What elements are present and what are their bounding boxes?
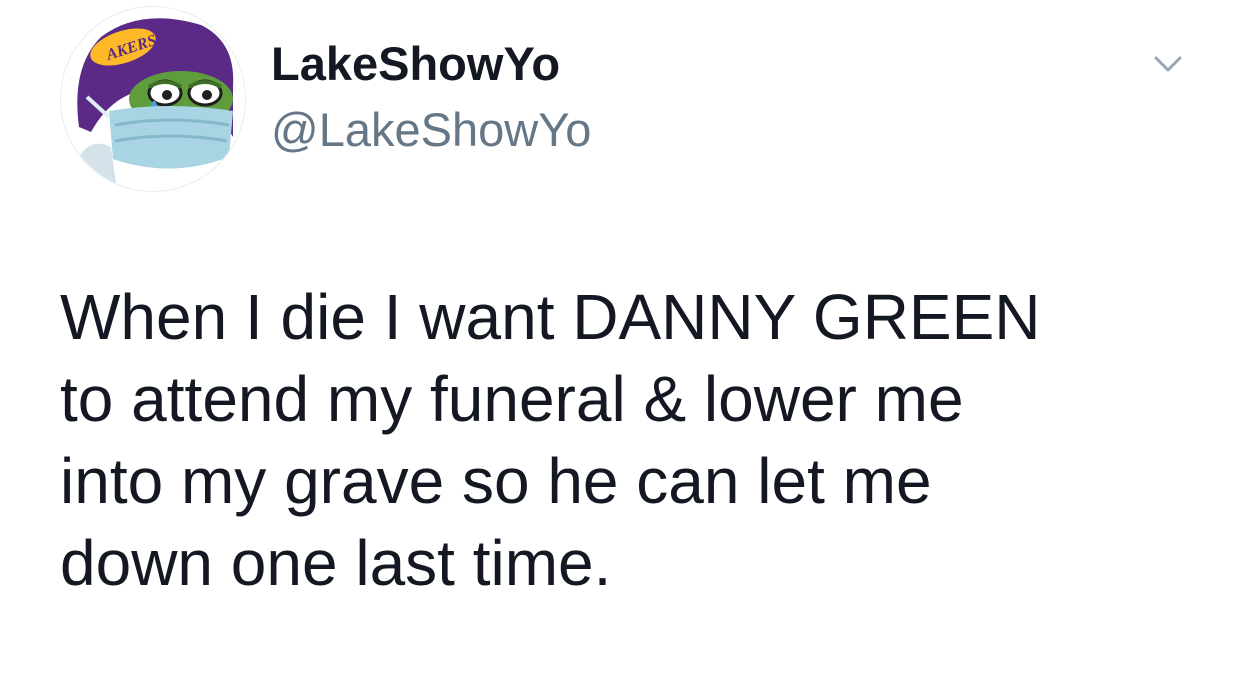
tweet-text-line: to attend my funeral & lower me (60, 363, 964, 435)
tweet-card: AKERS LakeShowYo @LakeShowYo When I die … (0, 0, 1241, 688)
tweet-text-line: down one last time. (60, 527, 612, 599)
user-handle[interactable]: @LakeShowYo (271, 102, 591, 158)
tweet-text-line: into my grave so he can let me (60, 445, 932, 517)
tweet-text-line: When I die I want DANNY GREEN (60, 281, 1041, 353)
display-name[interactable]: LakeShowYo (271, 36, 591, 92)
tweet-text: When I die I want DANNY GREEN to attend … (60, 276, 1210, 604)
tweet-header: LakeShowYo @LakeShowYo (271, 36, 591, 158)
chevron-down-icon[interactable] (1146, 46, 1190, 82)
pepe-avatar-icon: AKERS (61, 7, 245, 191)
avatar[interactable]: AKERS (60, 6, 246, 192)
